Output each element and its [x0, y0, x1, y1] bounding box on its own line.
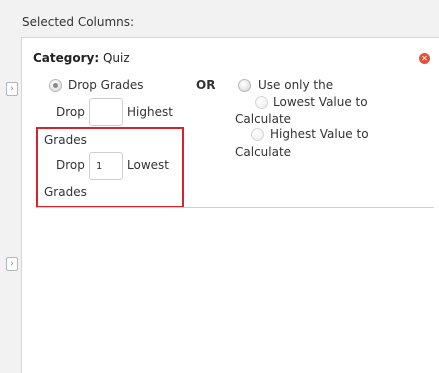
page-title: Selected Columns:: [22, 15, 135, 29]
drop-highest-input[interactable]: [89, 98, 123, 126]
or-label: OR: [196, 78, 216, 92]
drop-grades-radio[interactable]: [49, 79, 62, 92]
drop-highest-prefix: Drop: [56, 105, 85, 119]
highest-value-radio[interactable]: [251, 128, 264, 141]
close-icon[interactable]: ✕: [419, 53, 430, 64]
chevron-right-icon[interactable]: ›: [6, 257, 18, 271]
highest-calculate-label: Calculate: [235, 145, 292, 159]
lowest-calculate-label: Calculate: [235, 112, 292, 126]
category-name: Quiz: [102, 51, 130, 65]
lowest-value-label: Lowest Value to: [273, 95, 368, 109]
drop-highest-suffix: Highest: [127, 105, 173, 119]
use-only-radio[interactable]: [238, 79, 251, 92]
lowest-value-radio[interactable]: [255, 96, 268, 109]
category-label: Category:: [33, 51, 100, 65]
highest-value-label: Highest Value to: [270, 127, 369, 141]
highlight-box: [36, 127, 184, 208]
category-header: Category: Quiz: [33, 51, 130, 65]
divider: [36, 207, 434, 208]
use-only-label: Use only the: [258, 78, 334, 92]
drop-grades-label: Drop Grades: [68, 78, 144, 92]
page: Selected Columns: › › Category: Quiz ✕ D…: [0, 0, 439, 373]
chevron-right-icon[interactable]: ›: [6, 82, 18, 96]
